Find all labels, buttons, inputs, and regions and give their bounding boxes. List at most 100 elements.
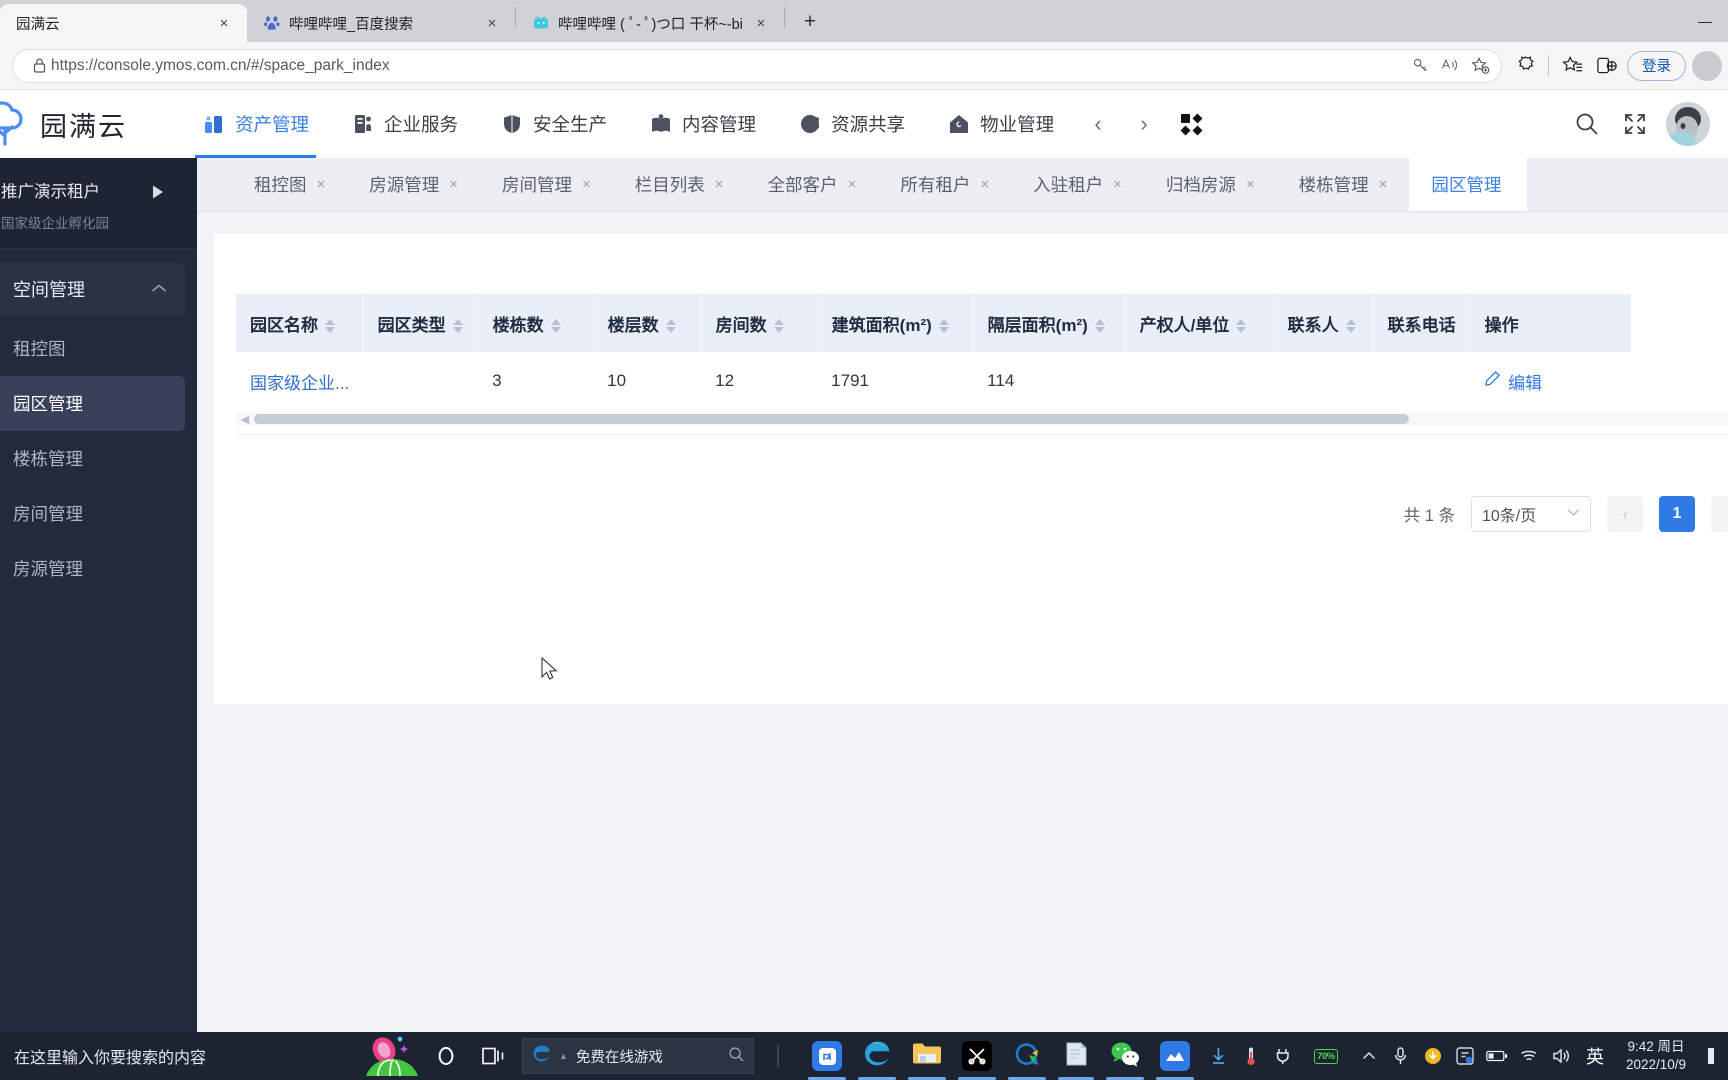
taskbar-clock[interactable]: 9:42 周日 2022/10/9 [1618,1038,1694,1074]
taskbar-app-file-explorer[interactable] [902,1032,952,1080]
sidebar-item-listing-management[interactable]: 房源管理 [0,541,185,596]
nav-item-enterprise-service[interactable]: 企业服务 [330,90,479,158]
app-tab-all-customers[interactable]: 全部客户 × [746,158,879,211]
col-contact-person[interactable]: 联系人 [1273,294,1374,352]
taskbar-app-wechat[interactable] [1100,1032,1150,1080]
taskbar-app-mihoyo[interactable] [1150,1032,1200,1080]
taskbar-app-capcut[interactable] [952,1032,1002,1080]
taskbar-app-qq-browser[interactable] [1002,1032,1052,1080]
collections-icon[interactable] [1508,49,1542,83]
nav-item-content-management[interactable]: 内容管理 [628,90,777,158]
app-tab-park-management[interactable]: 园区管理 [1409,158,1528,211]
nav-next-button[interactable]: › [1121,90,1167,158]
temperature-icon[interactable] [1240,1045,1262,1067]
browser-profile-avatar[interactable] [1692,50,1722,81]
app-tab-resident-tenants[interactable]: 入驻租户 × [1011,158,1144,211]
minimize-button[interactable]: — [1682,5,1728,37]
scrollbar-thumb[interactable] [254,414,1409,424]
browser-tab-1[interactable]: 哔哩哔哩_百度搜索 × [247,4,515,42]
password-key-icon[interactable] [1405,49,1435,83]
close-icon[interactable]: × [582,176,591,193]
add-favorite-icon[interactable] [1465,49,1495,83]
sort-icon[interactable] [1094,319,1105,334]
close-icon[interactable]: × [1379,176,1388,193]
app-tab-listing-management[interactable]: 房源管理 × [347,158,480,211]
play-arrow-icon[interactable] [151,184,165,204]
taskbar-window-edge[interactable]: ▲ 免费在线游戏 [522,1038,754,1074]
col-building-area[interactable]: 建筑面积(m²) [817,294,974,352]
search-icon[interactable] [1570,107,1604,141]
favorites-icon[interactable] [1555,49,1589,83]
battery-icon[interactable] [1486,1045,1508,1067]
pagination-next-button[interactable]: › [1711,496,1728,532]
sidebar-item-building-management[interactable]: 楼栋管理 [0,431,185,486]
nav-item-asset-management[interactable]: 资产管理 [181,90,330,158]
tenant-selector[interactable]: 推广演示租户 国家级企业孵化园 [0,158,197,249]
close-icon[interactable]: × [481,12,503,34]
cortana-circle-icon[interactable] [422,1032,470,1080]
nav-item-safety-production[interactable]: 安全生产 [479,90,628,158]
power-plug-icon[interactable] [1272,1045,1294,1067]
nav-prev-button[interactable]: ‹ [1075,90,1121,158]
microphone-icon[interactable] [1390,1045,1412,1067]
page-size-select[interactable]: 10条/页 [1471,496,1591,532]
close-icon[interactable]: × [715,176,724,193]
app-tab-building-management[interactable]: 楼栋管理 × [1277,158,1410,211]
app-tab-rent-control-chart[interactable]: 租控图 × [232,158,347,211]
address-bar[interactable]: https://console.ymos.com.cn/#/space_park… [12,48,1502,83]
sort-icon[interactable] [1345,319,1356,334]
scroll-left-icon[interactable]: ◀ [236,413,254,426]
search-icon[interactable] [728,1046,745,1067]
col-contact-phone[interactable]: 联系电话 [1373,294,1471,352]
wifi-icon[interactable] [1518,1045,1540,1067]
sort-icon[interactable] [773,319,784,334]
signin-button[interactable]: 登录 [1627,50,1686,81]
col-mezzanine-area[interactable]: 隔层面积(m²) [973,294,1126,352]
apps-grid-icon[interactable] [1167,90,1215,158]
taskbar-app-notes[interactable] [1052,1032,1100,1080]
col-building-count[interactable]: 楼栋数 [478,294,594,352]
screenshot-icon[interactable] [1454,1045,1476,1067]
nav-item-property-management[interactable]: 物业管理 [926,90,1075,158]
read-aloud-icon[interactable] [1435,49,1465,83]
app-tab-all-tenants[interactable]: 所有租户 × [878,158,1011,211]
app-tab-archived-listings[interactable]: 归档房源 × [1144,158,1277,211]
close-icon[interactable]: × [1246,176,1255,193]
col-park-type[interactable]: 园区类型 [363,294,479,352]
col-park-name[interactable]: 园区名称 [236,294,364,352]
sort-icon[interactable] [550,319,561,334]
browser-tab-2[interactable]: 哔哩哔哩 ( ﾟ- ﾟ)つ口 干杯~-bilib × [516,4,784,42]
taskbar-search-box[interactable]: 在这里输入你要搜索的内容 [0,1032,360,1080]
download-icon[interactable] [1208,1045,1230,1067]
task-view-icon[interactable] [470,1032,518,1080]
brand-logo[interactable]: 园满云 [0,96,181,152]
table-row[interactable]: 国家级企业... 3 10 12 1791 114 编辑 [236,352,1631,410]
notifications-icon[interactable] [1704,1045,1718,1067]
sidebar-item-park-management[interactable]: 园区管理 [0,376,185,431]
cortana-icon[interactable] [360,1032,422,1080]
pagination-prev-button[interactable]: ‹ [1607,496,1643,532]
sort-icon[interactable] [325,319,335,334]
browser-tab-0[interactable]: 园满云 × [0,4,247,42]
close-icon[interactable]: × [1113,176,1122,193]
app-tab-column-list[interactable]: 栏目列表 × [613,158,746,211]
taskbar-app-tencent-meeting[interactable] [802,1032,852,1080]
sort-icon[interactable] [665,319,676,334]
split-screen-icon[interactable] [1589,49,1623,83]
avatar[interactable] [1666,102,1710,146]
pagination-page-1[interactable]: 1 [1659,496,1695,532]
sort-icon[interactable] [1236,319,1247,334]
volume-icon[interactable] [1550,1045,1572,1067]
close-icon[interactable]: × [848,176,857,193]
nav-item-resource-sharing[interactable]: 资源共享 [777,90,926,158]
app-tab-room-management[interactable]: 房间管理 × [480,158,613,211]
sidebar-group-space-management[interactable]: 空间管理 [0,263,185,315]
close-icon[interactable]: × [750,12,772,34]
edit-button[interactable]: 编辑 [1484,352,1616,410]
sort-icon[interactable] [452,319,463,334]
battery-badge[interactable]: 70% [1304,1045,1348,1067]
col-owner-unit[interactable]: 产权人/单位 [1125,294,1274,352]
new-tab-button[interactable]: + [793,5,827,39]
close-icon[interactable]: × [449,176,458,193]
table-horizontal-scrollbar[interactable]: ◀ [236,412,1728,426]
